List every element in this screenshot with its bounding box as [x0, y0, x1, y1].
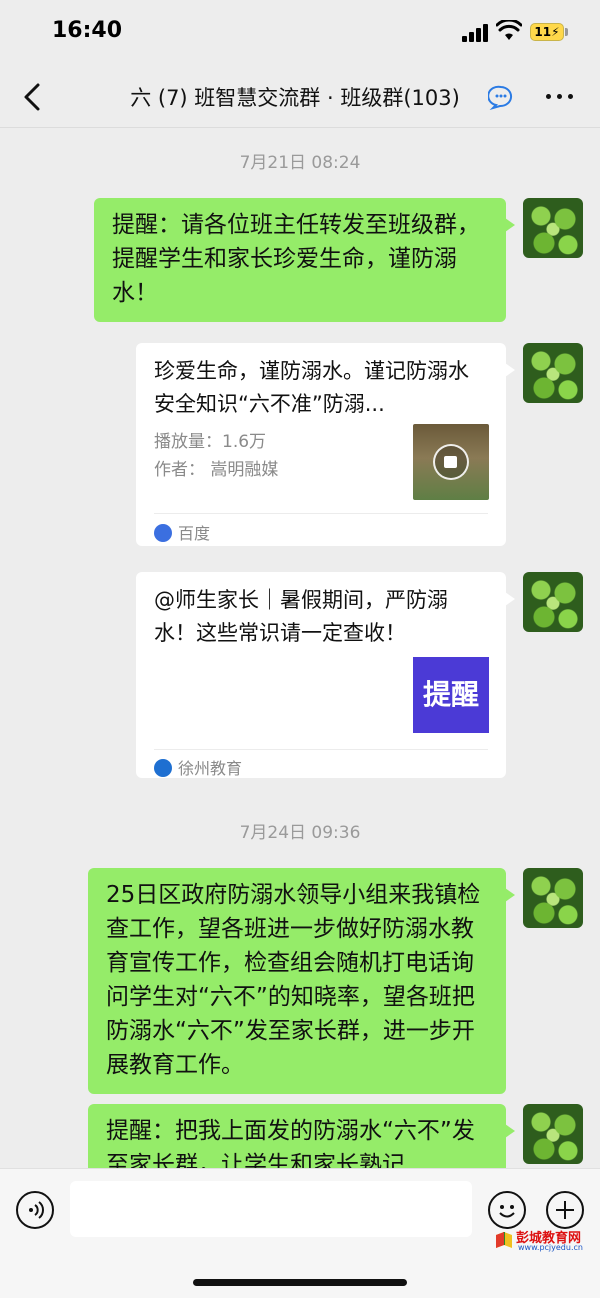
- avatar[interactable]: [523, 198, 583, 258]
- timestamp: 7月21日 08:24: [239, 153, 361, 173]
- timestamp: 7月24日 09:36: [239, 823, 361, 843]
- battery-level: 11: [534, 25, 552, 39]
- card-divider: [154, 749, 488, 750]
- card-source-name: 徐州教育: [178, 759, 243, 778]
- avatar[interactable]: [523, 343, 583, 403]
- message-input[interactable]: [70, 1181, 472, 1237]
- article-link-card[interactable]: @师生家长｜暑假期间，严防溺水！这些常识请一定查收！ 提醒 徐州教育: [136, 572, 515, 779]
- card-title: @师生家长｜暑假期间，严防溺水！这些常识请一定查收！: [154, 588, 448, 645]
- avatar[interactable]: [523, 572, 583, 632]
- home-indicator: [193, 1279, 407, 1286]
- card-source-name: 百度: [178, 524, 211, 543]
- back-arrow-icon[interactable]: [18, 80, 48, 114]
- card-title: 珍爱生命，谨防溺水。谨记防溺水安全知识“六不准”防溺...: [154, 359, 469, 416]
- card-play-count: 播放量：1.6万: [154, 432, 267, 452]
- card-author: 作者： 嵩明融媒: [154, 460, 279, 480]
- watermark: 彭城教育网 www.pcjyedu.cn: [494, 1227, 598, 1255]
- official-account-icon: [154, 759, 172, 777]
- emoji-icon[interactable]: [488, 1191, 526, 1229]
- message-bubble[interactable]: 提醒：请各位班主任转发至班级群，提醒学生和家长珍爱生命，谨防溺水！: [94, 198, 515, 322]
- chat-bubble-icon[interactable]: [488, 84, 514, 110]
- battery-icon: 11⚡: [530, 23, 564, 41]
- book-logo-icon: [496, 1232, 512, 1248]
- avatar[interactable]: [523, 1104, 583, 1164]
- card-source: 徐州教育: [154, 755, 242, 779]
- message-bubble[interactable]: 提醒：把我上面发的防溺水“六不”发至家长群，让学生和家长熟记: [88, 1104, 515, 1168]
- wifi-icon: [496, 20, 522, 40]
- input-bar: 彭城教育网 www.pcjyedu.cn: [0, 1168, 600, 1298]
- article-thumbnail: 提醒: [413, 657, 489, 733]
- message-bubble[interactable]: 25日区政府防溺水领导小组来我镇检查工作，望各班进一步做好防溺水教育宣传工作，检…: [88, 868, 515, 1094]
- more-icon[interactable]: [540, 86, 580, 106]
- voice-icon[interactable]: [16, 1191, 54, 1229]
- chat-header: 六 (7) 班智慧交流群 · 班级群(103): [0, 66, 600, 128]
- video-play-icon: [433, 444, 469, 480]
- battery-tip: [565, 28, 568, 36]
- avatar[interactable]: [523, 868, 583, 928]
- status-time: 16:40: [52, 18, 123, 43]
- baidu-paw-icon: [154, 524, 172, 542]
- watermark-url: www.pcjyedu.cn: [518, 1243, 583, 1252]
- card-divider: [154, 513, 488, 514]
- video-link-card[interactable]: 珍爱生命，谨防溺水。谨记防溺水安全知识“六不准”防溺... 播放量：1.6万 作…: [136, 343, 515, 546]
- video-thumbnail: [413, 424, 489, 500]
- card-source: 百度: [154, 520, 210, 544]
- chat-title[interactable]: 六 (7) 班智慧交流群 · 班级群(103): [100, 82, 490, 112]
- signal-icon: [462, 24, 490, 42]
- chat-message-list[interactable]: 7月21日 08:24 提醒：请各位班主任转发至班级群，提醒学生和家长珍爱生命，…: [0, 128, 600, 1168]
- plus-icon[interactable]: [546, 1191, 584, 1229]
- status-bar: 16:40 11⚡: [0, 0, 600, 66]
